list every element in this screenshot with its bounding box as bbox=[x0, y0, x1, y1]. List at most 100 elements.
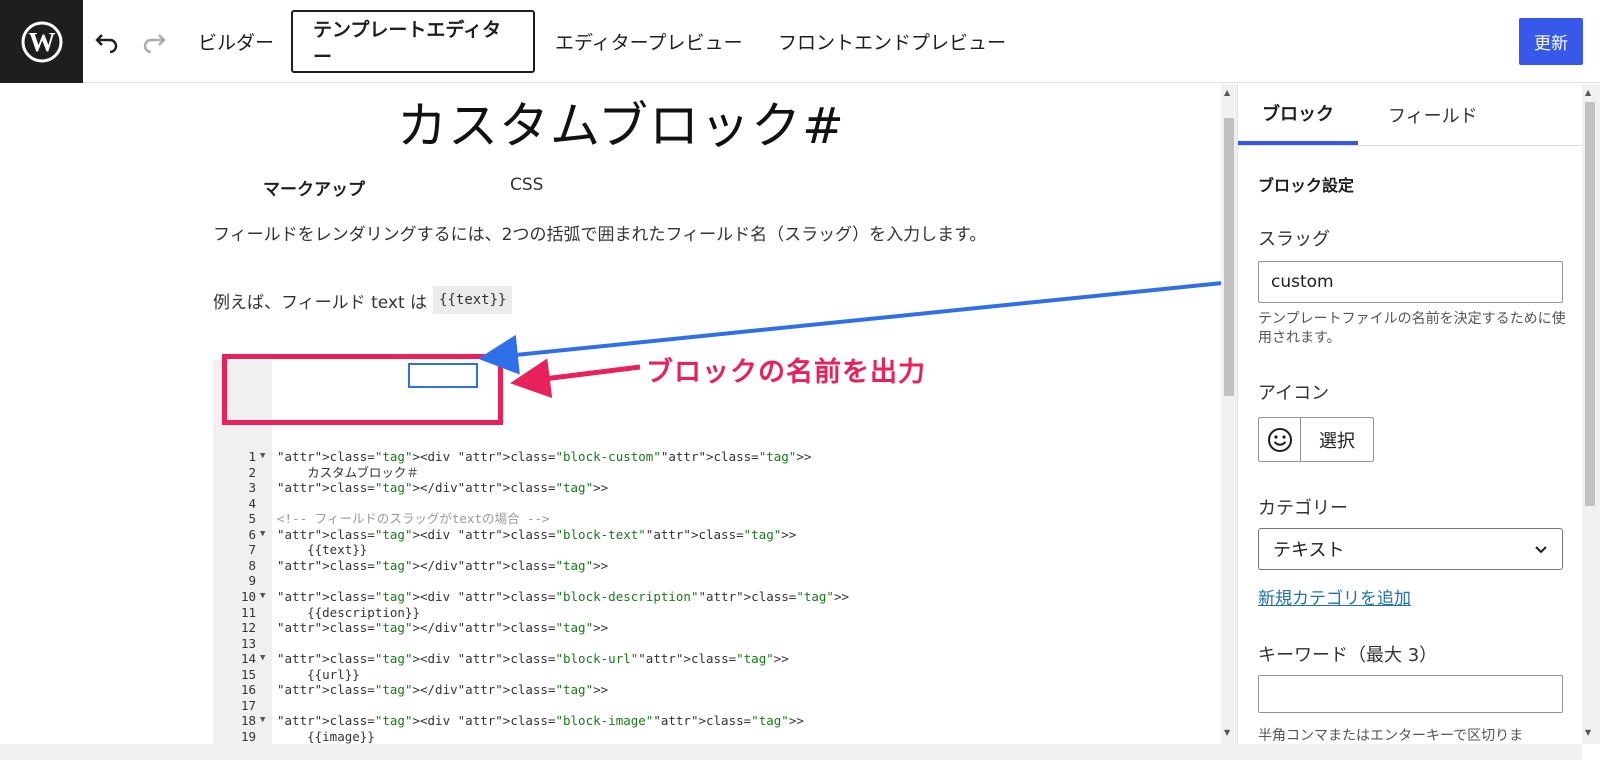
line-number: 19 bbox=[240, 728, 256, 744]
settings-sidebar: ブロック フィールド ブロック設定 スラッグ custom テンプレートファイル… bbox=[1237, 84, 1583, 760]
tab-block[interactable]: ブロック bbox=[1238, 84, 1358, 145]
code-text: "attr">class="tag"></div"attr">class="ta… bbox=[277, 480, 609, 496]
add-category-link[interactable]: 新規カテゴリを追加 bbox=[1258, 584, 1411, 609]
line-number: 1 bbox=[248, 449, 256, 464]
code-line[interactable]: 4 bbox=[213, 496, 1125, 512]
annotation-blue-box bbox=[408, 363, 478, 388]
main-content: カスタムブロック# マークアップ CSS フィールドをレンダリングするには、2つ… bbox=[0, 84, 1237, 760]
scroll-thumb[interactable] bbox=[1224, 118, 1234, 396]
block-settings-heading: ブロック設定 bbox=[1258, 176, 1355, 195]
slug-label: スラッグ bbox=[1258, 229, 1330, 250]
tab-css[interactable]: CSS bbox=[510, 175, 543, 195]
tab-markup[interactable]: マークアップ bbox=[263, 175, 365, 200]
code-text: <!-- フィールドのスラッグがtextの場合 --> bbox=[277, 511, 550, 527]
code-text: "attr">class="tag"><div "attr">class="bl… bbox=[277, 449, 812, 464]
fold-arrow-icon[interactable]: ▼ bbox=[260, 449, 265, 465]
line-number: 13 bbox=[240, 635, 256, 651]
code-text: "attr">class="tag"></div"attr">class="ta… bbox=[277, 620, 609, 636]
code-text: "attr">class="tag"><div "attr">class="bl… bbox=[277, 588, 850, 604]
fold-arrow-icon[interactable]: ▼ bbox=[260, 527, 265, 543]
code-text: カスタムブロック＃ bbox=[277, 464, 419, 480]
sidebar-scroll-down-icon[interactable]: ▼ bbox=[1585, 728, 1591, 737]
example-label: 例えば、フィールド text は bbox=[213, 292, 428, 313]
line-number: 10 bbox=[240, 588, 256, 604]
code-line[interactable]: 3 "attr">class="tag"></div"attr">class="t… bbox=[213, 480, 1125, 496]
code-text: "attr">class="tag"></div"attr">class="ta… bbox=[277, 557, 609, 573]
tab-builder[interactable]: ビルダー bbox=[178, 10, 294, 73]
code-line[interactable]: 13 bbox=[213, 636, 1125, 652]
scroll-down-icon[interactable]: ▼ bbox=[1224, 728, 1230, 737]
slug-help: テンプレートファイルの名前を決定するために使用されます。 bbox=[1258, 311, 1566, 346]
line-number: 8 bbox=[248, 557, 256, 573]
example-code: {{text}} bbox=[433, 286, 513, 314]
code-text: {{url}} bbox=[277, 666, 360, 682]
code-line[interactable]: 19 {{image}} bbox=[213, 729, 1125, 745]
help-text: フィールドをレンダリングするには、2つの括弧で囲まれたフィールド名（スラッグ）を… bbox=[213, 225, 987, 245]
update-button[interactable]: 更新 bbox=[1519, 18, 1583, 65]
code-line[interactable]: 9 bbox=[213, 573, 1125, 589]
tab-template-editor[interactable]: テンプレートエディター bbox=[291, 10, 535, 73]
category-label: カテゴリー bbox=[1258, 498, 1348, 519]
code-line[interactable]: 16 "attr">class="tag"></div"attr">class="… bbox=[213, 682, 1125, 698]
keyword-label: キーワード（最大 3） bbox=[1258, 645, 1438, 666]
code-line[interactable]: 14 ▼ "attr">class="tag"><div "attr">class=… bbox=[213, 651, 1125, 667]
code-line[interactable]: 15 {{url}} bbox=[213, 667, 1125, 683]
tab-divider bbox=[1238, 145, 1583, 146]
sidebar-horizontal-scrollbar[interactable] bbox=[1237, 744, 1582, 760]
tab-fields[interactable]: フィールド bbox=[1388, 84, 1478, 145]
line-number: 16 bbox=[240, 682, 256, 698]
line-number: 5 bbox=[248, 511, 256, 527]
line-number: 2 bbox=[248, 464, 256, 480]
code-line[interactable]: 17 bbox=[213, 698, 1125, 714]
code-text: {{text}} bbox=[277, 542, 368, 558]
code-line[interactable]: 18 ▼ "attr">class="tag"><div "attr">class=… bbox=[213, 713, 1125, 729]
code-line[interactable]: 1 ▼ "attr">class="tag"><div "attr">class="… bbox=[213, 449, 1125, 465]
fold-arrow-icon[interactable]: ▼ bbox=[260, 651, 265, 667]
code-line[interactable]: 7 {{text}} bbox=[213, 542, 1125, 558]
line-number: 6 bbox=[248, 526, 256, 542]
undo-icon[interactable] bbox=[89, 24, 125, 60]
code-line[interactable]: 8 "attr">class="tag"></div"attr">class="t… bbox=[213, 558, 1125, 574]
sidebar-scroll-thumb[interactable] bbox=[1585, 102, 1595, 506]
wordpress-logo-icon[interactable]: W bbox=[0, 0, 83, 83]
code-text: "attr">class="tag"><div "attr">class="bl… bbox=[277, 713, 804, 729]
slug-input[interactable]: custom bbox=[1258, 261, 1563, 303]
tab-editor-preview[interactable]: エディタープレビュー bbox=[535, 10, 763, 73]
icon-picker[interactable]: 選択 bbox=[1258, 417, 1374, 462]
line-number: 4 bbox=[248, 495, 256, 511]
chevron-down-icon bbox=[1534, 539, 1548, 560]
sidebar-scroll-up-icon[interactable]: ▲ bbox=[1585, 88, 1591, 97]
main-vertical-scrollbar[interactable]: ▲ ▼ bbox=[1221, 84, 1237, 744]
line-number: 9 bbox=[248, 573, 256, 589]
code-text: "attr">class="tag"><div "attr">class="bl… bbox=[277, 651, 789, 667]
icon-label: アイコン bbox=[1258, 383, 1330, 404]
code-line[interactable]: 12 "attr">class="tag"></div"attr">class="… bbox=[213, 620, 1125, 636]
category-value: テキスト bbox=[1273, 540, 1345, 561]
svg-text:W: W bbox=[28, 27, 55, 57]
sidebar-vertical-scrollbar[interactable]: ▲ ▼ bbox=[1582, 84, 1600, 744]
line-number: 12 bbox=[240, 620, 256, 636]
code-text: {{description}} bbox=[277, 604, 420, 620]
code-line[interactable]: 2 カスタムブロック＃ bbox=[213, 465, 1125, 481]
redo-icon[interactable] bbox=[136, 24, 172, 60]
code-line[interactable]: 5 <!-- フィールドのスラッグがtextの場合 --> bbox=[213, 511, 1125, 527]
line-number: 11 bbox=[240, 604, 256, 620]
code-text: "attr">class="tag"><div "attr">class="bl… bbox=[277, 526, 797, 542]
line-number: 17 bbox=[240, 697, 256, 713]
main-horizontal-scrollbar[interactable] bbox=[0, 744, 1237, 760]
code-line[interactable]: 6 ▼ "attr">class="tag"><div "attr">class="… bbox=[213, 527, 1125, 543]
code-line[interactable]: 11 {{description}} bbox=[213, 605, 1125, 621]
category-select[interactable]: テキスト bbox=[1258, 528, 1563, 570]
block-title: カスタムブロック# bbox=[397, 97, 845, 155]
code-line[interactable]: 10 ▼ "attr">class="tag"><div "attr">class=… bbox=[213, 589, 1125, 605]
line-number: 7 bbox=[248, 542, 256, 558]
smiley-icon bbox=[1259, 418, 1301, 461]
code-text: {{image}} bbox=[277, 728, 375, 744]
keyword-input[interactable] bbox=[1258, 675, 1563, 713]
fold-arrow-icon[interactable]: ▼ bbox=[260, 589, 265, 605]
icon-select-button[interactable]: 選択 bbox=[1301, 418, 1373, 461]
scroll-up-icon[interactable]: ▲ bbox=[1224, 88, 1230, 97]
line-number: 15 bbox=[240, 666, 256, 682]
tab-frontend-preview[interactable]: フロントエンドプレビュー bbox=[758, 10, 1026, 73]
fold-arrow-icon[interactable]: ▼ bbox=[260, 713, 265, 729]
